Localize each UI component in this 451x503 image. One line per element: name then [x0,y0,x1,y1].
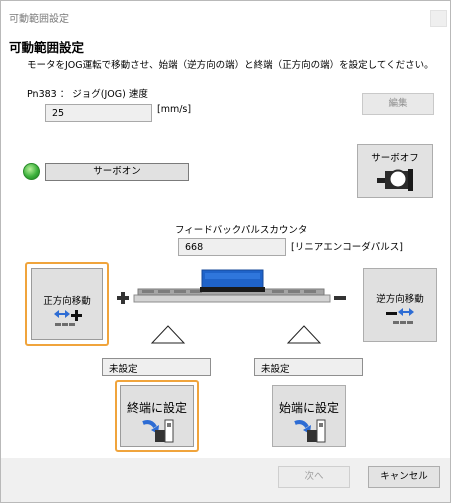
forward-arrow-icon [54,310,82,326]
set-start-button[interactable]: 始端に設定 [272,385,346,447]
reverse-move-button[interactable]: 逆方向移動 [363,268,437,342]
feedback-counter-field: 668 [178,238,286,256]
set-start-label: 始端に設定 [278,401,339,415]
start-position-status: 未設定 [254,358,363,376]
servo-status-led [23,163,40,180]
set-position-icon [142,419,174,443]
set-end-button[interactable]: 終端に設定 [120,385,194,447]
minus-sign-icon [334,296,346,300]
cancel-button[interactable]: キャンセル [368,466,440,488]
set-position-icon [294,419,326,443]
forward-move-label: 正方向移動 [43,296,91,307]
set-end-button-highlight[interactable]: 終端に設定 [115,380,199,452]
instruction-text: モータをJOG運転で移動させ、始端（逆方向の端）と終端（正方向の端）を設定してく… [27,60,434,71]
linear-axis-illustration [117,269,346,344]
end-position-status: 未設定 [102,358,211,376]
jog-speed-label: Pn383 ： ジョグ(JOG) 速度 [27,89,148,100]
servo-off-label: サーボオフ [371,153,419,164]
forward-move-button[interactable]: 正方向移動 [31,268,103,340]
window-title: 可動範囲設定 [9,14,69,25]
set-end-label: 終端に設定 [126,401,187,415]
jog-speed-field: 25 [45,104,152,122]
servo-motor-icon [377,169,413,191]
plus-sign-icon [117,292,129,304]
next-button[interactable]: 次へ [278,466,350,488]
servo-on-button[interactable]: サーボオン [45,163,189,181]
feedback-counter-unit: [リニアエンコーダパルス] [291,242,403,253]
jog-speed-unit: [mm/s] [157,104,192,115]
servo-off-button[interactable]: サーボオフ [357,144,433,198]
feedback-counter-label: フィードバックパルスカウンタ [175,225,308,236]
reverse-move-label: 逆方向移動 [376,294,424,305]
forward-move-button-highlight[interactable]: 正方向移動 [25,262,109,346]
page-title: 可動範囲設定 [9,40,85,55]
edit-button[interactable]: 編集 [362,93,434,115]
close-button[interactable] [430,10,447,27]
reverse-arrow-icon [386,308,414,324]
